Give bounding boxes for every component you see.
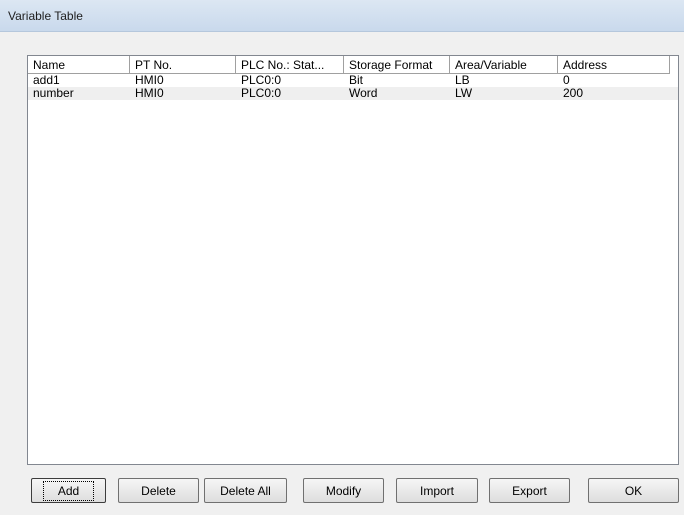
cell-plc-no: PLC0:0 — [241, 74, 282, 87]
delete-all-button[interactable]: Delete All — [204, 478, 287, 503]
column-header-area-variable[interactable]: Area/Variable — [450, 56, 558, 74]
column-header-address[interactable]: Address — [558, 56, 670, 74]
delete-button-label: Delete — [141, 483, 176, 498]
modify-button[interactable]: Modify — [303, 478, 384, 503]
cell-address: 200 — [563, 87, 584, 100]
delete-button[interactable]: Delete — [118, 478, 199, 503]
add-button[interactable]: Add — [31, 478, 106, 503]
cell-storage-format: Word — [349, 87, 378, 100]
cell-area-variable: LB — [455, 74, 470, 87]
cell-storage-format: Bit — [349, 74, 364, 87]
table-header: Name PT No. PLC No.: Stat... Storage For… — [28, 56, 670, 74]
ok-button[interactable]: OK — [588, 478, 679, 503]
column-header-plc-no[interactable]: PLC No.: Stat... — [236, 56, 344, 74]
modify-button-label: Modify — [325, 483, 362, 498]
add-button-label: Add — [42, 480, 95, 501]
table-row[interactable]: add1 HMI0 PLC0:0 Bit LB 0 — [28, 74, 678, 87]
variable-table[interactable]: Name PT No. PLC No.: Stat... Storage For… — [27, 55, 679, 465]
window-title: Variable Table — [8, 9, 83, 23]
delete-all-button-label: Delete All — [220, 483, 271, 498]
cell-pt-no: HMI0 — [135, 87, 164, 100]
cell-plc-no: PLC0:0 — [241, 87, 282, 100]
cell-area-variable: LW — [455, 87, 473, 100]
table-row[interactable]: number HMI0 PLC0:0 Word LW 200 — [28, 87, 678, 100]
table-body: add1 HMI0 PLC0:0 Bit LB 0 number HMI0 PL… — [28, 74, 678, 100]
column-header-pt-no[interactable]: PT No. — [130, 56, 236, 74]
cell-name: number — [33, 87, 74, 100]
column-header-name[interactable]: Name — [28, 56, 130, 74]
column-header-storage-format[interactable]: Storage Format — [344, 56, 450, 74]
title-bar: Variable Table — [0, 0, 684, 32]
cell-address: 0 — [563, 74, 570, 87]
import-button-label: Import — [419, 483, 454, 498]
cell-pt-no: HMI0 — [135, 74, 164, 87]
import-button[interactable]: Import — [396, 478, 478, 503]
cell-name: add1 — [33, 74, 60, 87]
export-button[interactable]: Export — [489, 478, 570, 503]
export-button-label: Export — [512, 483, 547, 498]
ok-button-label: OK — [624, 483, 643, 498]
